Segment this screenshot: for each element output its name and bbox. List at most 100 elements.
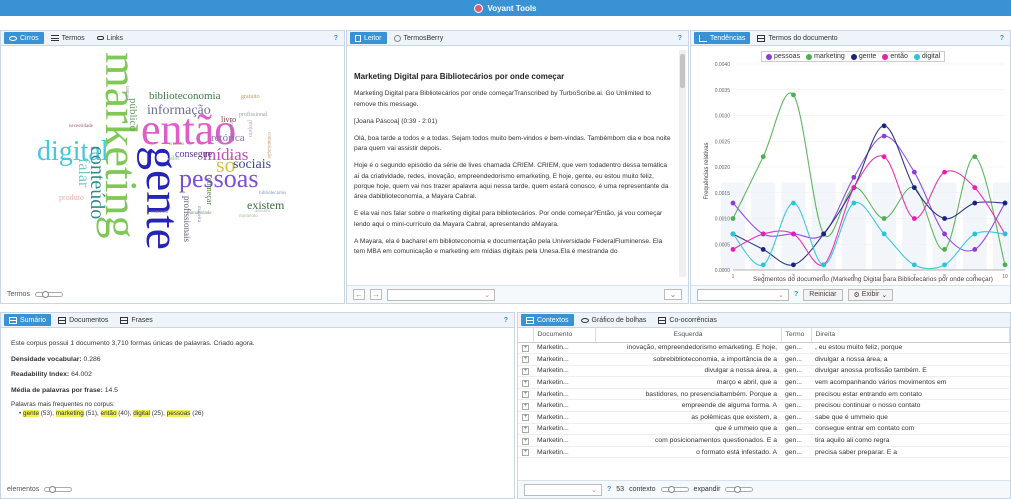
data-point-digital[interactable] <box>1002 231 1008 237</box>
cloud-word[interactable]: falar <box>75 158 92 187</box>
cloud-word[interactable]: sociais <box>233 158 271 172</box>
data-point-marketing[interactable] <box>972 154 978 160</box>
data-point-então[interactable] <box>881 154 887 160</box>
cloud-word[interactable]: necessidade <box>69 124 93 129</box>
cloud-word[interactable]: criando <box>169 142 184 147</box>
data-point-então[interactable] <box>942 169 947 175</box>
tab-links[interactable]: Links <box>92 32 128 44</box>
cloud-word[interactable]: valor <box>167 156 179 162</box>
plus-icon[interactable]: + <box>522 437 529 445</box>
tab-phrases[interactable]: Frases <box>115 314 157 326</box>
data-point-pessoas[interactable] <box>730 200 736 206</box>
data-point-pessoas[interactable] <box>851 174 857 180</box>
cloud-word[interactable]: produto <box>59 194 84 202</box>
table-row[interactable]: + Marketin... inovação, empreendedorismo e… <box>518 342 1010 355</box>
cloud-word[interactable]: profissionais <box>182 196 192 242</box>
table-row[interactable]: + Marketin... divulgar a nossa área, a gen.… <box>518 365 1010 378</box>
tab-trends[interactable]: Tendências <box>694 32 751 44</box>
table-row[interactable]: + Marketin... empreende de alguma forma. A… <box>518 399 1010 413</box>
data-point-então[interactable] <box>760 231 766 237</box>
reader-options-icon[interactable]: ⌄ <box>664 289 682 300</box>
data-point-digital[interactable] <box>730 231 736 237</box>
table-row[interactable]: + Marketin... as polêmicas que existem, ag… <box>518 411 1010 424</box>
slider-knob[interactable] <box>667 486 675 493</box>
slider-knob[interactable] <box>734 486 742 493</box>
plus-icon[interactable]: + <box>522 379 529 387</box>
reader-scrollbar[interactable] <box>679 50 686 277</box>
data-point-então[interactable] <box>911 216 917 221</box>
help-icon[interactable]: ? <box>794 291 798 298</box>
cloud-word[interactable]: tantas <box>124 86 129 98</box>
column-header[interactable]: Direita <box>811 328 1010 343</box>
tab-documents[interactable]: Documentos <box>53 314 113 326</box>
plus-icon[interactable]: + <box>522 391 529 399</box>
tab-terms[interactable]: Termos <box>46 32 90 44</box>
tab-cirrus[interactable]: Cirros <box>4 32 44 44</box>
table-row[interactable]: + Marketin... com posicionamentos question… <box>518 434 1010 447</box>
data-point-pessoas[interactable] <box>911 169 917 175</box>
cloud-word[interactable]: comunicação <box>266 132 271 158</box>
cloud-word[interactable]: público <box>127 98 139 131</box>
table-row[interactable]: + Marketin... março e abril, que a gen... ve… <box>518 376 1010 389</box>
data-point-marketing[interactable] <box>881 216 887 221</box>
data-point-gente[interactable] <box>972 200 978 206</box>
next-arrow-icon[interactable]: → <box>370 289 382 300</box>
help-icon[interactable]: ? <box>678 35 685 42</box>
cloud-word[interactable]: momento <box>239 214 258 219</box>
data-point-digital[interactable] <box>881 231 887 237</box>
cloud-word[interactable]: gratuito <box>241 94 260 100</box>
data-point-gente[interactable] <box>911 185 917 191</box>
table-row[interactable]: + Marketin... o formato está infestado. Ag… <box>518 446 1010 459</box>
tab-termsberry[interactable]: TermosBerry <box>389 32 449 44</box>
plus-icon[interactable]: + <box>522 449 529 457</box>
data-point-marketing[interactable] <box>730 216 736 221</box>
scrollbar-thumb[interactable] <box>680 54 685 88</box>
frequent-word[interactable]: então <box>100 410 117 418</box>
data-point-digital[interactable] <box>791 200 796 206</box>
cloud-word[interactable]: informação <box>147 104 211 118</box>
cloud-word[interactable]: entrevista <box>228 120 233 139</box>
contexts-search-select[interactable]: ⌄ <box>524 483 602 496</box>
data-point-então[interactable] <box>791 231 796 237</box>
cloud-word[interactable]: começar <box>205 178 214 205</box>
data-point-marketing[interactable] <box>760 154 766 160</box>
data-point-então[interactable] <box>730 247 736 252</box>
frequent-word[interactable]: digital <box>133 410 150 418</box>
display-button[interactable]: ⚙ Exibir ⌄ <box>847 288 894 301</box>
tab-reader[interactable]: Leitor <box>350 32 387 44</box>
tab-bubble-chart[interactable]: Gráfico de bolhas <box>576 314 652 326</box>
table-row[interactable]: + Marketin... bastidores, no presencialtam… <box>518 388 1010 401</box>
prev-arrow-icon[interactable]: ← <box>353 289 365 300</box>
data-point-gente[interactable] <box>791 262 796 268</box>
data-point-digital[interactable] <box>972 231 978 237</box>
data-point-gente[interactable] <box>942 216 947 221</box>
tab-cooccurrences[interactable]: Co-ocorrências <box>653 314 721 326</box>
data-point-digital[interactable] <box>911 262 917 268</box>
tab-contexts[interactable]: Contextos <box>521 314 574 326</box>
frequent-word[interactable]: pessoas <box>166 410 191 418</box>
data-point-marketing[interactable] <box>791 92 796 98</box>
terms-slider[interactable] <box>34 290 63 298</box>
reset-button[interactable]: Reiniciar <box>803 288 843 301</box>
data-point-digital[interactable] <box>821 262 827 268</box>
cloud-word[interactable]: maneira <box>196 206 201 222</box>
plus-icon[interactable]: + <box>522 356 529 364</box>
slider-knob[interactable] <box>49 485 57 493</box>
cloud-word[interactable]: bibliotecários <box>259 191 286 196</box>
data-point-gente[interactable] <box>760 247 766 252</box>
frequent-word[interactable]: gente <box>23 410 40 418</box>
help-icon[interactable]: ? <box>334 35 341 42</box>
plus-icon[interactable]: + <box>522 344 529 352</box>
plus-icon[interactable]: + <box>522 367 529 375</box>
slider-knob[interactable] <box>41 290 49 298</box>
help-icon[interactable]: ? <box>1000 35 1007 42</box>
data-point-pessoas[interactable] <box>942 231 947 237</box>
cloud-word[interactable]: contexto <box>151 210 168 215</box>
data-point-gente[interactable] <box>1002 200 1008 206</box>
tab-document-terms[interactable]: Termos do documento <box>752 32 842 44</box>
help-icon[interactable]: ? <box>607 486 611 493</box>
data-point-digital[interactable] <box>942 262 947 268</box>
cloud-word[interactable]: profissional <box>239 112 267 118</box>
table-row[interactable]: + Marketin... sobrebiblioteconomia, a impo… <box>518 353 1010 366</box>
data-point-então[interactable] <box>851 185 857 191</box>
